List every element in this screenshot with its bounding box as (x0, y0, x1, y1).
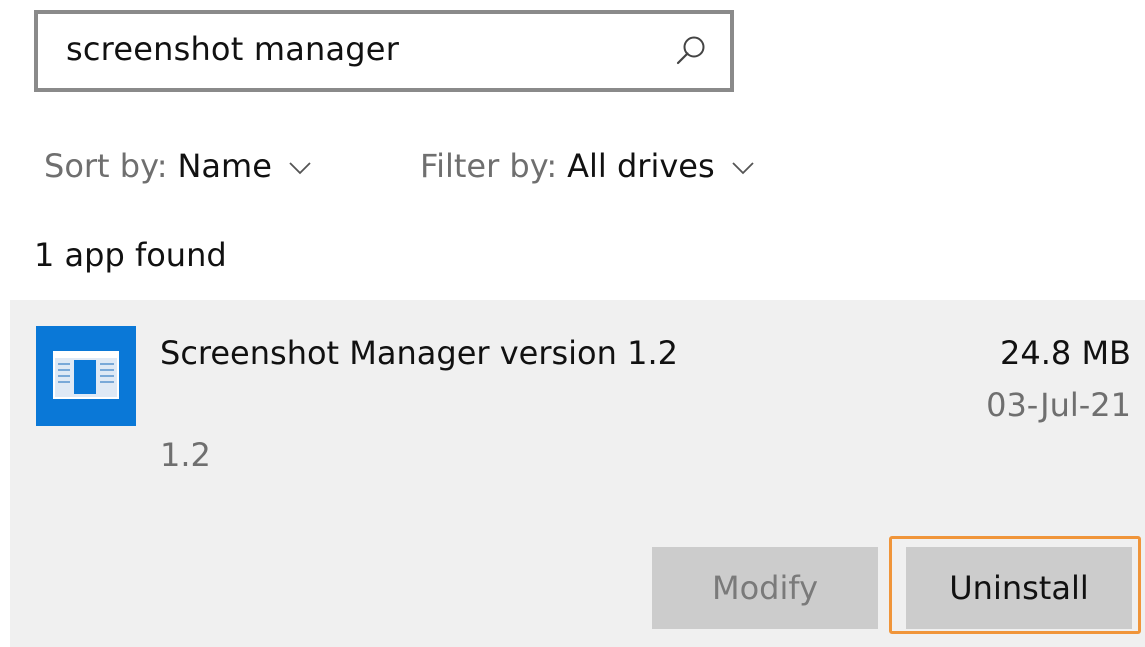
chevron-down-icon (731, 162, 754, 175)
uninstall-button[interactable]: Uninstall (906, 547, 1132, 629)
modify-button[interactable]: Modify (652, 547, 878, 629)
chevron-down-icon (289, 162, 311, 175)
app-install-date: 03-Jul-21 (986, 386, 1131, 424)
filter-value: All drives (567, 147, 715, 185)
app-version: 1.2 (160, 436, 211, 474)
sort-value: Name (177, 147, 272, 185)
filter-label: Filter by: (420, 147, 558, 185)
app-window-icon (36, 326, 136, 426)
filter-dropdown[interactable]: Filter by: All drives (420, 147, 755, 185)
sort-dropdown[interactable]: Sort by: Name (44, 147, 312, 185)
search-input-value: screenshot manager (66, 30, 400, 68)
search-icon[interactable] (674, 34, 708, 68)
app-name: Screenshot Manager version 1.2 (160, 334, 678, 372)
app-size: 24.8 MB (1000, 334, 1131, 372)
results-count: 1 app found (34, 236, 227, 274)
app-list-item[interactable]: Screenshot Manager version 1.2 1.2 24.8 … (10, 300, 1145, 647)
search-input[interactable]: screenshot manager (34, 10, 734, 92)
sort-label: Sort by: (44, 147, 168, 185)
